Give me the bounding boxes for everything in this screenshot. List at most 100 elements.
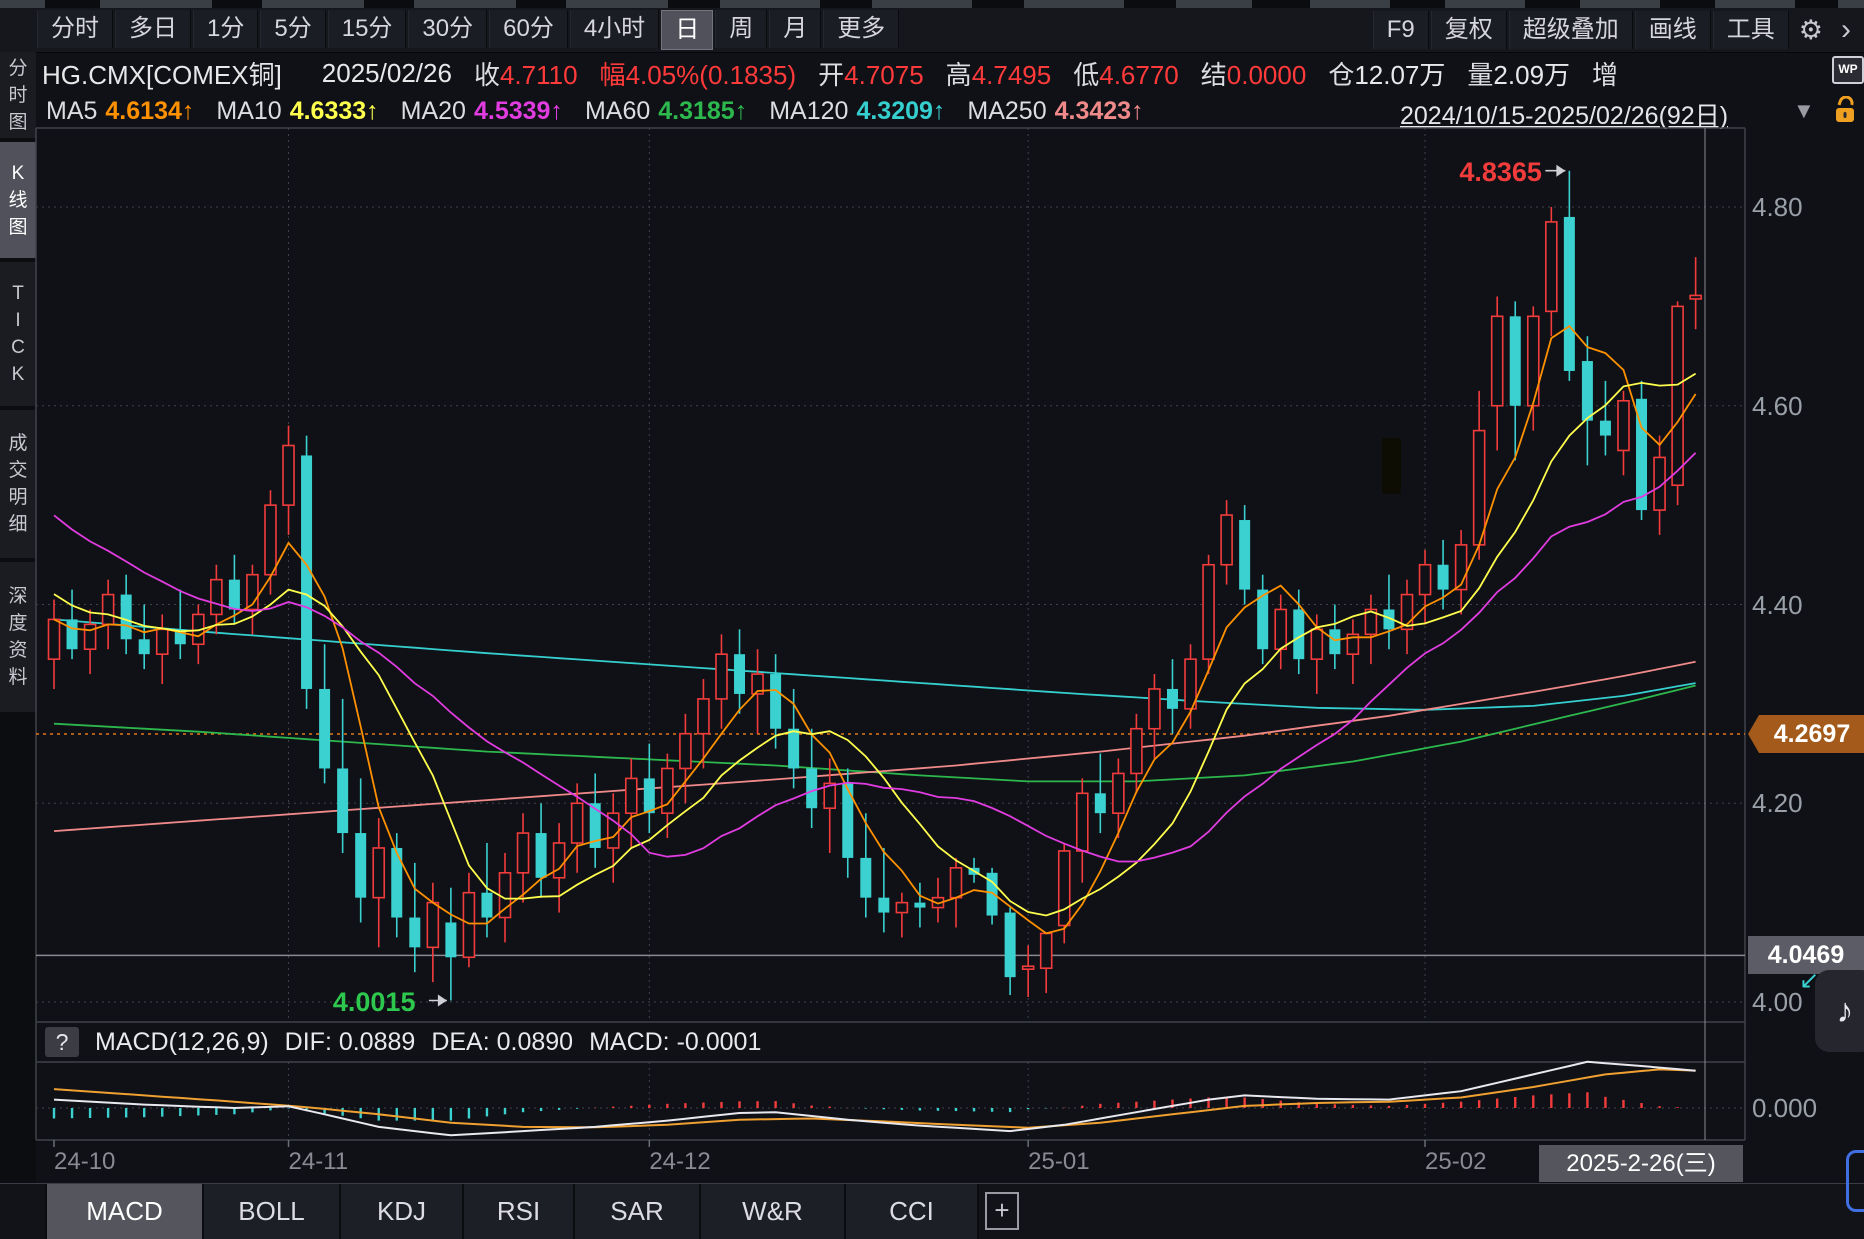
candle-body-up [1546,222,1557,311]
candle-body-up [1131,729,1142,774]
candle-body-up [211,580,222,615]
macd-indicator-row: ? MACD(12,26,9) DIF: 0.0889 DEA: 0.0890 … [36,1024,1736,1060]
candle-body-down [536,833,547,878]
candle-body-up [1275,609,1286,649]
candle-body-down [1564,217,1575,371]
collapse-arrow-icon[interactable]: ↙ [1799,966,1819,995]
high-annotation: 4.8365 [1459,157,1539,188]
candle-body-up [698,699,709,734]
candle-body-up [554,843,565,878]
candle-body-up [103,595,114,625]
chart-mask-patch [1382,438,1401,494]
candle-body-down [1095,793,1106,813]
ma-line-MA10 [54,374,1696,916]
candle-body-down [914,903,925,908]
indicator-tab-MACD[interactable]: MACD [47,1184,204,1239]
candle-body-up [1149,689,1160,729]
date-tick-24-12: 24-12 [649,1148,710,1176]
candle-body-up [49,619,60,659]
add-indicator-tab[interactable]: + [985,1192,1025,1232]
price-tick-4.00: 4.00 [1752,987,1803,1018]
price-tick-4.80: 4.80 [1752,192,1803,223]
indicator-tab-KDJ[interactable]: KDJ [341,1184,464,1239]
dea-value: DEA: 0.0890 [431,1028,573,1057]
help-icon[interactable]: ? [45,1027,79,1057]
arrow-right-icon [438,995,447,1007]
candle-body-up [1311,629,1322,659]
indicator-tab-BOLL[interactable]: BOLL [204,1184,341,1239]
candle-body-up [572,803,583,843]
candle-body-up [1113,773,1124,813]
candle-body-down [355,833,366,898]
candle-body-down [806,768,817,808]
candle-body-down [481,893,492,918]
candle-body-up [716,654,727,699]
tabbar-spacer [0,1184,47,1239]
candle-body-down [734,654,745,694]
arrow-right-icon [1556,165,1565,177]
candle-body-down [644,778,655,813]
candle-body-up [1474,431,1485,545]
date-tick-25-02: 25-02 [1425,1148,1486,1176]
ma-line-MA5 [54,326,1696,933]
candle-body-down [121,595,132,640]
candle-body-up [951,868,962,898]
candle-body-down [445,923,456,958]
candle-body-up [1690,295,1701,298]
ma-line-MA250 [54,662,1696,831]
candle-body-down [139,639,150,654]
date-tick-24-11: 24-11 [289,1148,349,1176]
candle-body-up [463,893,474,958]
low-annotation: 4.0015 [333,987,416,1018]
candle-body-down [319,689,330,769]
candle-body-up [1059,851,1070,926]
candle-body-up [1618,401,1629,451]
indicator-tab-W&R[interactable]: W&R [701,1184,846,1239]
floating-button-partial[interactable] [1846,1150,1864,1212]
candle-body-up [1041,933,1052,968]
floating-note-widget[interactable]: ♪ [1815,970,1864,1052]
candle-body-down [1582,361,1593,421]
indicator-tab-CCI[interactable]: CCI [846,1184,979,1239]
indicator-tab-RSI[interactable]: RSI [464,1184,575,1239]
candle-body-up [265,505,276,575]
candle-body-up [518,833,529,873]
candle-body-down [391,848,402,918]
candle-body-down [878,898,889,913]
indicator-tabbar: MACDBOLLKDJRSISARW&RCCI+ [0,1183,1864,1239]
candle-body-up [896,903,907,913]
macd-zero-tick: 0.000 [1752,1093,1817,1124]
last-price-tag: 4.2697 [1748,715,1864,753]
candle-body-up [1023,966,1034,969]
candle-body-down [1005,913,1016,978]
macd-value: MACD: -0.0001 [589,1028,761,1057]
price-tick-4.60: 4.60 [1752,391,1803,422]
candle-body-up [1203,565,1214,659]
candle-body-up [680,734,691,769]
ma-line-MA20 [54,453,1696,862]
candle-body-down [67,619,78,649]
candle-body-down [860,858,871,898]
ma-line-MA120 [54,619,1696,709]
candle-body-up [1420,565,1431,595]
crosshair-date-tag: 2025-2-26(三) [1539,1145,1743,1182]
candle-body-up [157,629,168,654]
candle-body-up [1221,515,1232,565]
date-tick-25-01: 25-01 [1028,1148,1089,1176]
candle-body-down [1239,520,1250,590]
candle-body-down [1510,316,1521,405]
candle-body-down [1167,689,1178,709]
price-tick-4.20: 4.20 [1752,788,1803,819]
candle-body-down [1600,421,1611,436]
indicator-tab-SAR[interactable]: SAR [575,1184,701,1239]
dif-value: DIF: 0.0889 [285,1028,416,1057]
candle-body-down [337,768,348,833]
candle-body-up [626,778,637,813]
date-tick-24-10: 24-10 [54,1148,115,1176]
candle-body-up [427,903,438,948]
candle-body-up [373,848,384,898]
candle-body-up [1077,793,1088,851]
candle-body-down [1438,565,1449,590]
candle-body-down [409,918,420,948]
candle-body-down [770,674,781,729]
